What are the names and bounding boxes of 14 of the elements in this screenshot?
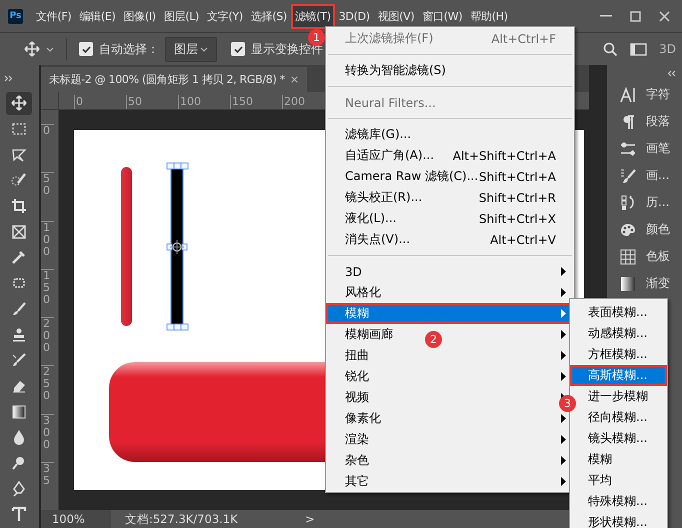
- auto-select-label: 自动选择：: [99, 40, 159, 58]
- ruler-label: 150: [40, 268, 54, 317]
- ruler-label: 50: [126, 95, 178, 109]
- ruler-label: 100: [40, 220, 54, 269]
- ruler-label: 250: [40, 365, 54, 414]
- ruler-label: 300: [40, 414, 54, 462]
- ruler-label: 100: [178, 95, 230, 109]
- app-logo: Ps: [8, 8, 23, 24]
- ruler-label: 200: [40, 317, 54, 366]
- ruler-label: 50: [40, 172, 54, 220]
- ruler-label: 150: [230, 95, 282, 109]
- ruler-label: 0: [40, 124, 54, 172]
- ruler-label: 0: [74, 95, 126, 109]
- document-size: 文档:527.3K/703.1K: [124, 512, 239, 526]
